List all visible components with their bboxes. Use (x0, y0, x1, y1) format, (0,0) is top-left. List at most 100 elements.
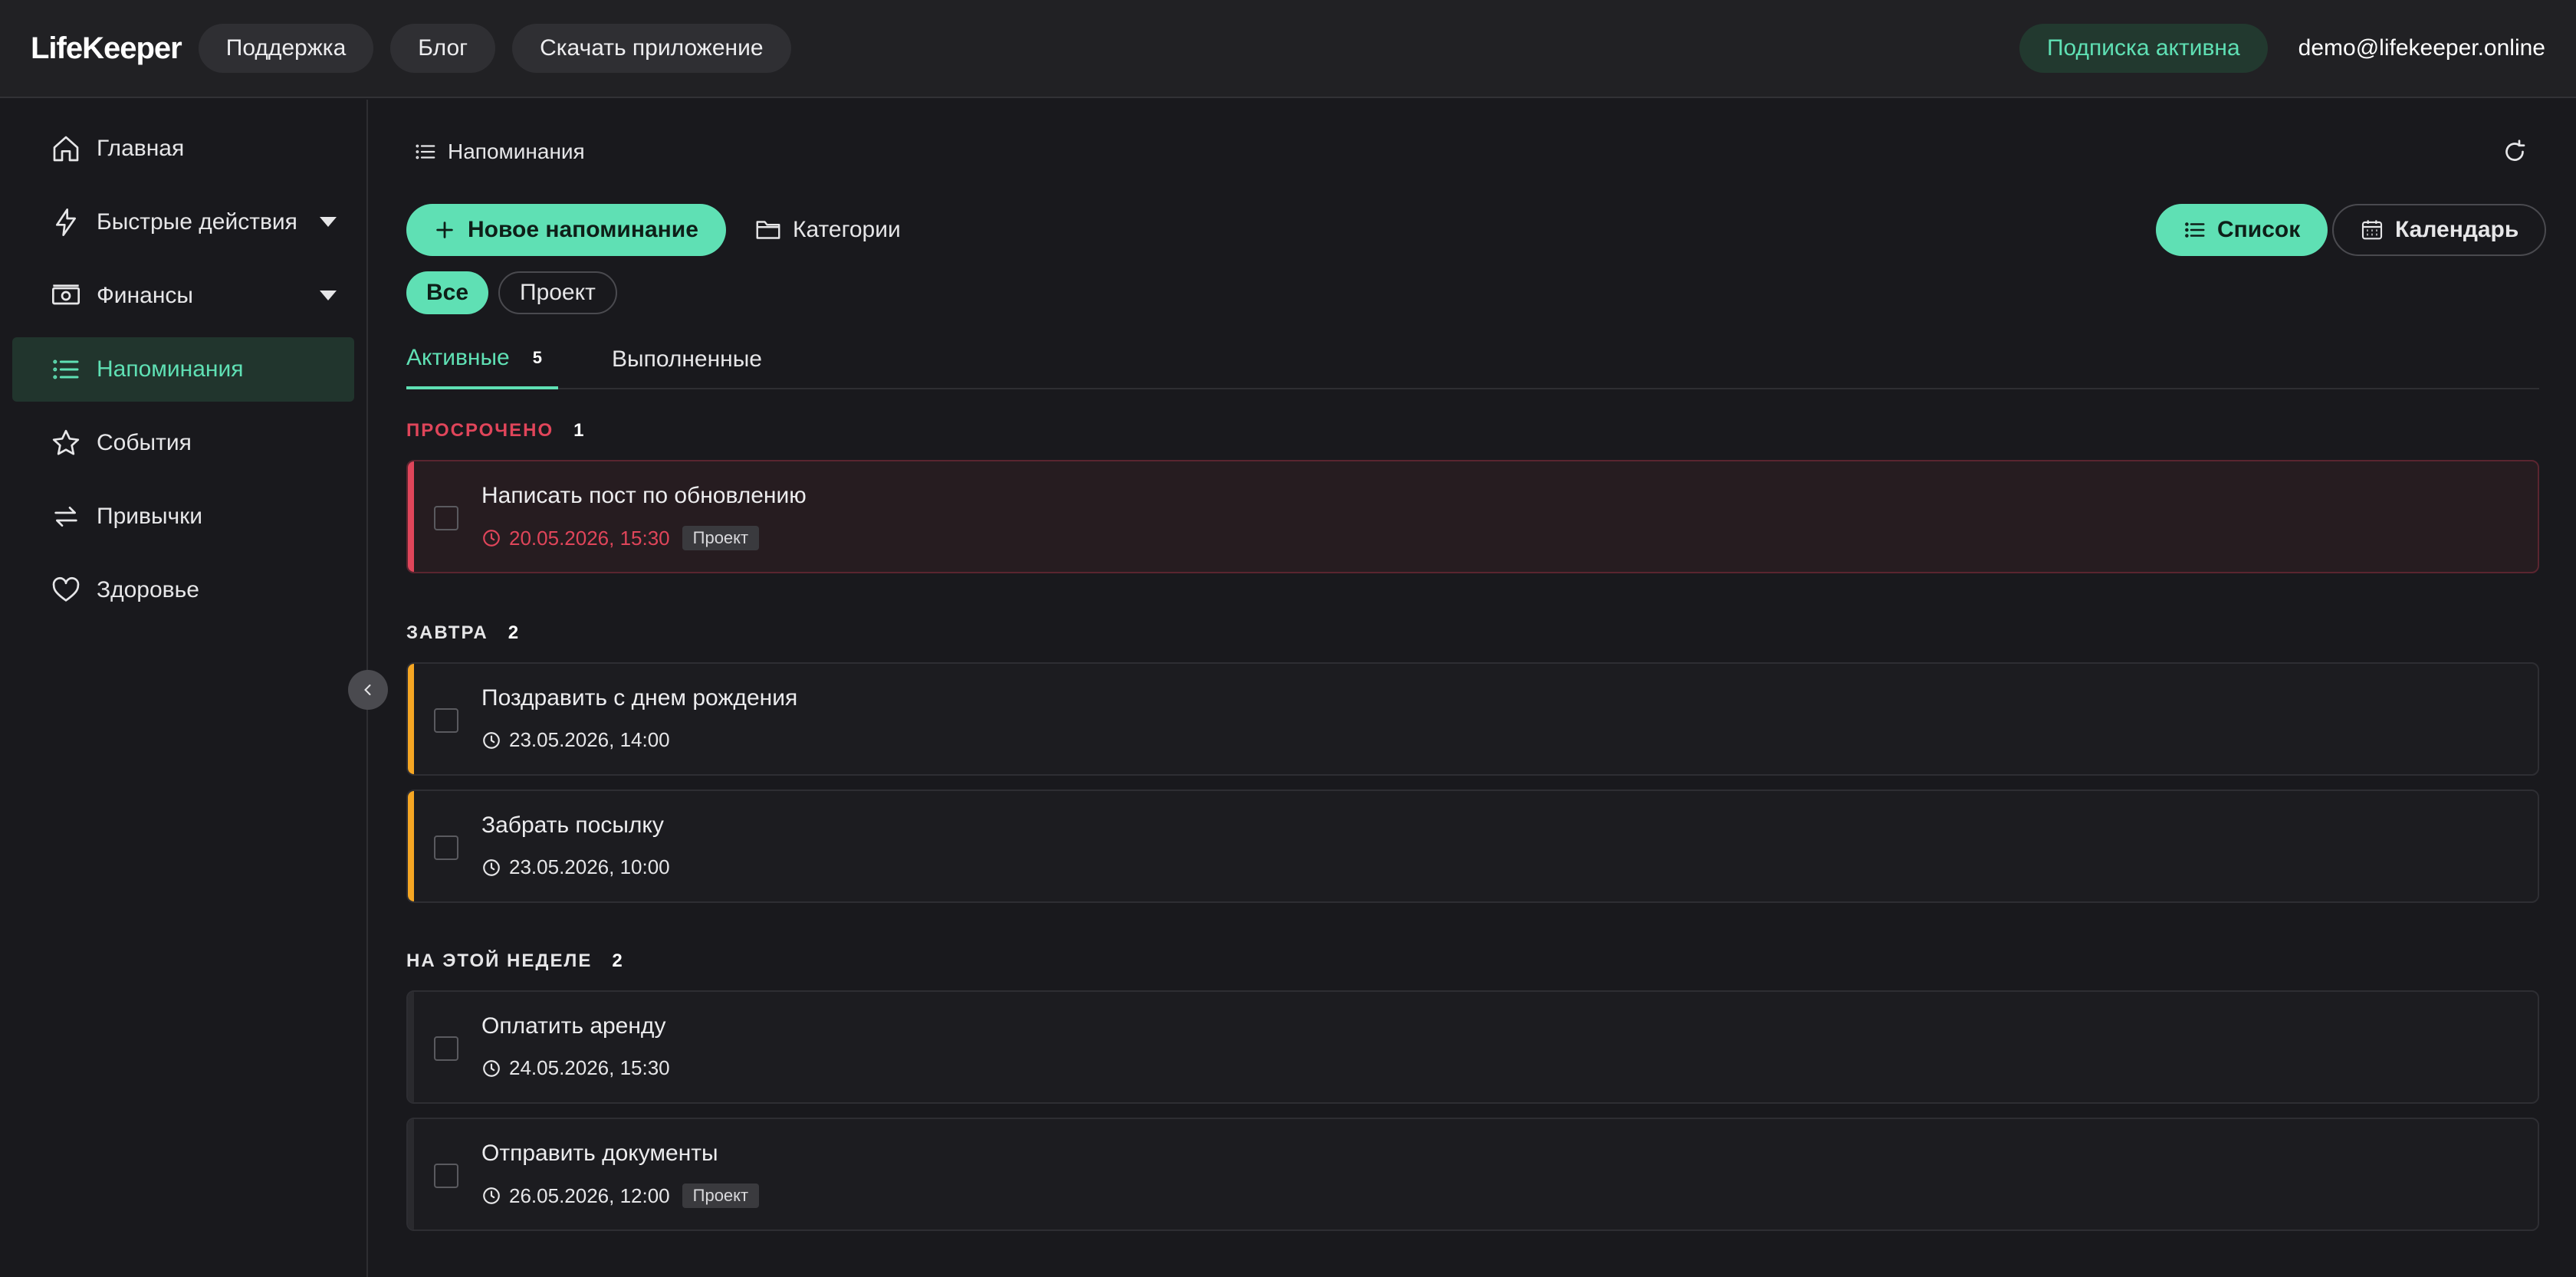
blog-link[interactable]: Блог (390, 24, 496, 73)
section-tomorrow-header: ЗАВТРА 2 (406, 622, 518, 644)
reminder-checkbox[interactable] (434, 708, 458, 733)
sidebar-item-label: Быстрые действия (97, 209, 297, 235)
reminder-card[interactable]: Отправить документы 26.05.2026, 12:00 Пр… (406, 1118, 2539, 1231)
home-icon (53, 136, 79, 162)
reminder-tag: Проект (682, 526, 760, 550)
clock-icon (483, 530, 500, 547)
reminder-meta: 23.05.2026, 14:00 (481, 728, 670, 752)
sidebar-item-label: Здоровье (97, 577, 199, 602)
reminder-meta: 23.05.2026, 10:00 (481, 855, 670, 879)
reminder-title: Поздравить с днем рождения (481, 685, 798, 711)
priority-stripe (408, 791, 414, 901)
list-icon (53, 359, 79, 379)
reminder-tag: Проект (682, 1183, 760, 1208)
list-icon (416, 144, 435, 159)
categories-button[interactable]: Категории (754, 204, 901, 256)
view-list-button[interactable]: Список (2156, 204, 2328, 256)
sidebar: Главная Быстрые действия Финансы Напомин… (0, 100, 368, 1277)
clock-icon (483, 1187, 500, 1204)
section-count: 1 (573, 420, 584, 441)
top-bar: LifeKeeper Поддержка Блог Скачать прилож… (0, 0, 2576, 98)
download-app-link[interactable]: Скачать приложение (512, 24, 791, 73)
view-list-label: Список (2217, 217, 2301, 242)
refresh-icon[interactable] (2501, 138, 2528, 166)
reminder-date: 20.05.2026, 15:30 (509, 526, 670, 550)
reminder-card[interactable]: Оплатить аренду 24.05.2026, 15:30 (406, 990, 2539, 1104)
reminder-card[interactable]: Забрать посылку 23.05.2026, 10:00 (406, 790, 2539, 903)
reminder-card[interactable]: Поздравить с днем рождения 23.05.2026, 1… (406, 662, 2539, 776)
tab-active-label: Активные (406, 345, 510, 370)
breadcrumb: Напоминания (414, 140, 585, 164)
section-count: 2 (612, 950, 623, 971)
app-logo[interactable]: LifeKeeper (31, 31, 182, 66)
sidebar-item-label: События (97, 430, 192, 455)
list-icon (2185, 222, 2205, 238)
user-email[interactable]: demo@lifekeeper.online (2298, 35, 2545, 61)
reminder-checkbox[interactable] (434, 835, 458, 860)
new-reminder-label: Новое напоминание (468, 217, 698, 242)
star-icon (52, 429, 80, 455)
reminder-date: 23.05.2026, 10:00 (509, 855, 670, 878)
reminder-date: 23.05.2026, 14:00 (509, 728, 670, 751)
repeat-icon (54, 507, 77, 527)
reminder-card[interactable]: Написать пост по обновлению 20.05.2026, … (406, 460, 2539, 573)
tab-active-count: 5 (532, 348, 542, 367)
sidebar-item-label: Привычки (97, 504, 203, 529)
heart-icon (52, 576, 80, 602)
main-content: Напоминания Новое напоминание Категории … (370, 100, 2576, 1277)
filter-project-chip[interactable]: Проект (498, 271, 617, 314)
reminder-date: 26.05.2026, 12:00 (509, 1183, 670, 1207)
sidebar-item-label: Главная (97, 136, 185, 161)
section-count: 2 (508, 622, 519, 643)
sidebar-item-label: Финансы (97, 283, 193, 308)
priority-stripe (408, 992, 414, 1102)
sidebar-item-habits[interactable]: Привычки (12, 484, 354, 549)
section-title: ЗАВТРА (406, 622, 488, 643)
clock-icon (483, 731, 500, 749)
priority-stripe (408, 664, 414, 774)
section-overdue-header: ПРОСРОЧЕНО 1 (406, 420, 584, 442)
sidebar-item-health[interactable]: Здоровье (12, 558, 354, 622)
section-this-week-header: НА ЭТОЙ НЕДЕЛЕ 2 (406, 950, 623, 972)
reminder-date: 24.05.2026, 15:30 (509, 1056, 670, 1079)
section-title: НА ЭТОЙ НЕДЕЛЕ (406, 950, 593, 971)
priority-stripe (408, 461, 414, 572)
page-title: Напоминания (448, 140, 585, 163)
new-reminder-button[interactable]: Новое напоминание (406, 204, 726, 256)
sidebar-item-quick-actions[interactable]: Быстрые действия (12, 190, 354, 254)
sidebar-item-reminders[interactable]: Напоминания (12, 337, 354, 402)
view-calendar-label: Календарь (2395, 217, 2519, 242)
priority-stripe (408, 1119, 414, 1229)
section-title: ПРОСРОЧЕНО (406, 420, 554, 441)
clock-icon (483, 858, 500, 876)
support-link[interactable]: Поддержка (198, 24, 374, 73)
tabs: Активные 5 Выполненные (406, 330, 2539, 389)
filter-all-chip[interactable]: Все (406, 271, 489, 314)
reminder-title: Оплатить аренду (481, 1013, 666, 1039)
categories-label: Категории (793, 217, 901, 242)
reminder-checkbox[interactable] (434, 1036, 458, 1061)
reminder-checkbox[interactable] (434, 1164, 458, 1188)
sidebar-item-home[interactable]: Главная (12, 117, 354, 181)
reminder-meta: 20.05.2026, 15:30 Проект (481, 526, 760, 550)
lightning-icon (56, 208, 76, 236)
calendar-icon (2361, 220, 2383, 240)
reminder-meta: 26.05.2026, 12:00 Проект (481, 1183, 760, 1208)
plus-icon (436, 222, 453, 238)
caret-down-icon[interactable] (319, 216, 337, 228)
money-icon (52, 284, 80, 305)
sidebar-item-finance[interactable]: Финансы (12, 264, 354, 328)
reminder-title: Написать пост по обновлению (481, 483, 807, 508)
subscription-badge[interactable]: Подписка активна (2019, 24, 2268, 73)
reminder-meta: 24.05.2026, 15:30 (481, 1056, 670, 1080)
reminder-checkbox[interactable] (434, 506, 458, 530)
reminder-title: Забрать посылку (481, 812, 664, 838)
tab-completed[interactable]: Выполненные (612, 330, 762, 389)
reminder-title: Отправить документы (481, 1141, 718, 1166)
sidebar-item-events[interactable]: События (12, 411, 354, 475)
caret-down-icon[interactable] (319, 290, 337, 302)
view-calendar-button[interactable]: Календарь (2332, 204, 2547, 256)
clock-icon (483, 1059, 500, 1077)
folder-icon (756, 221, 780, 239)
tab-active[interactable]: Активные 5 (406, 330, 558, 389)
